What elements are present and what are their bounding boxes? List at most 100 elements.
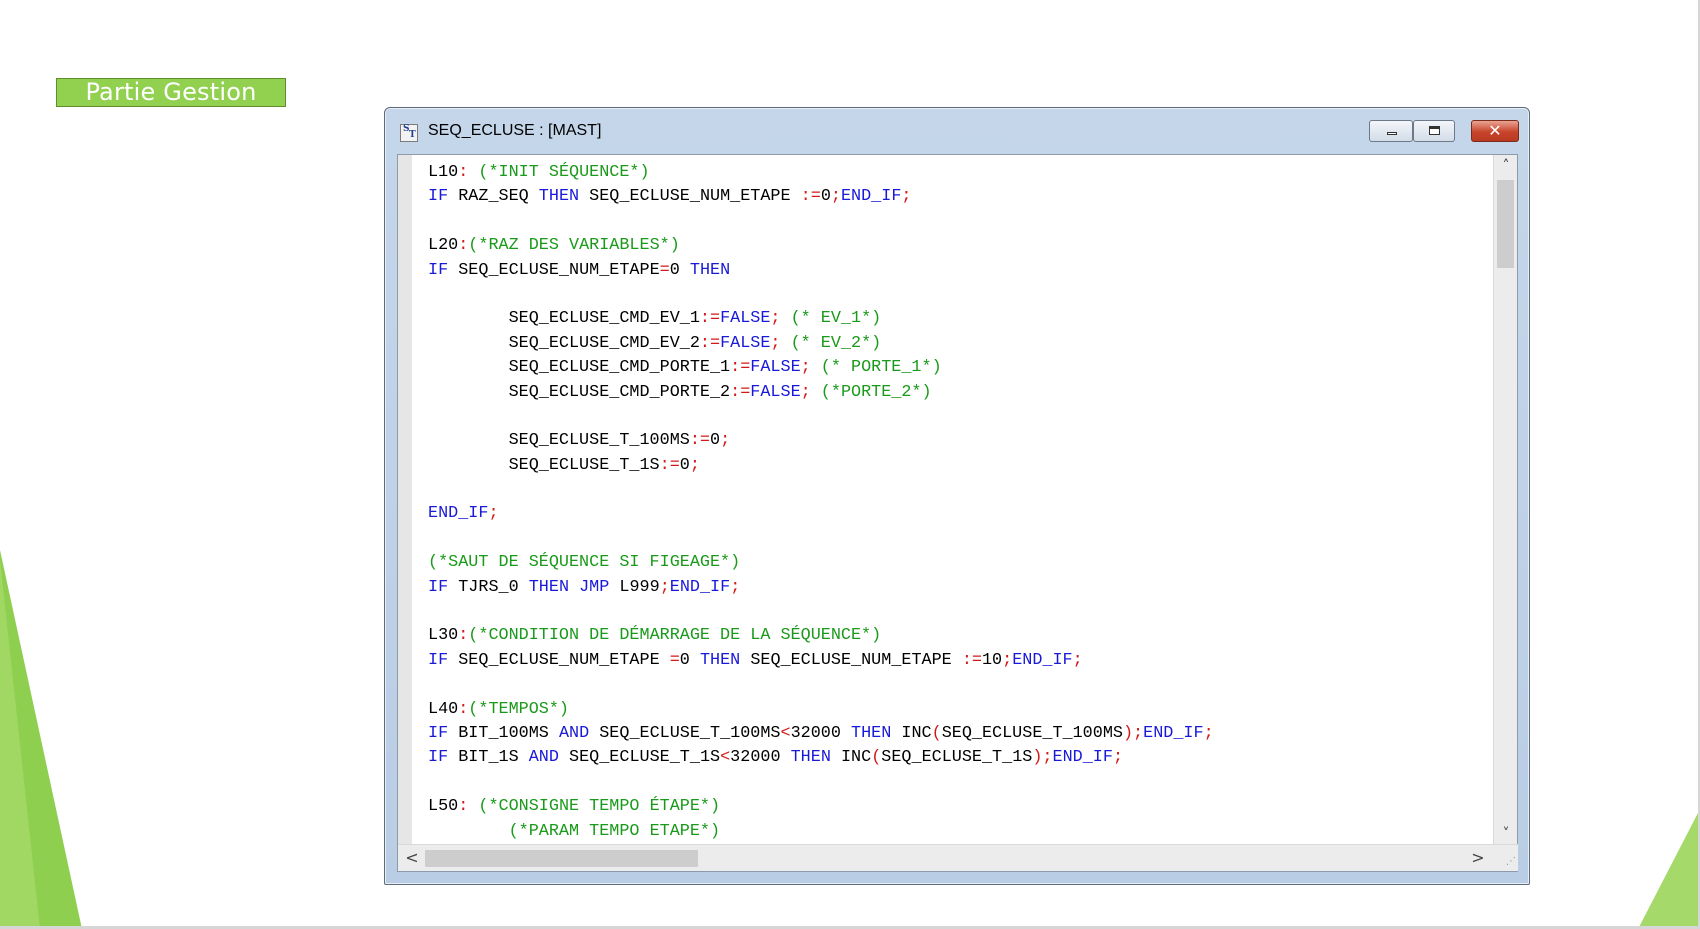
code-keyword: END_IF [1052,748,1113,768]
code-comment: (* EV_1*) [790,309,882,329]
code-token: 0 [710,431,721,451]
code-operator: ); [1122,723,1144,743]
code-operator: := [659,455,680,475]
code-line[interactable]: (*PARAM TEMPO ETAPE*) [428,820,1214,844]
code-operator: ; [770,309,781,329]
code-line[interactable] [428,283,1214,307]
decorative-green-shape-left [0,550,82,929]
code-line[interactable]: IF TJRS_0 THEN JMP L999;END_IF; [428,576,1214,600]
code-operator: ; [689,455,700,475]
code-operator: ; [770,333,781,353]
code-operator: := [800,187,821,207]
code-token: 0 [669,260,690,280]
code-line[interactable]: L10: (*INIT SÉQUENCE*) [428,161,1214,185]
code-comment: (*CONDITION DE DÉMARRAGE DE LA SÉQUENCE*… [468,626,882,646]
code-comment: (*CONSIGNE TEMPO ÉTAPE*) [478,797,721,817]
close-icon: ✕ [1488,121,1502,140]
code-operator: : [458,626,469,646]
code-line[interactable] [428,405,1214,429]
resize-grip-icon[interactable]: ⋰ [1502,855,1516,869]
code-keyword: FALSE [750,358,801,378]
code-operator: : [458,699,469,719]
code-operator: = [659,260,670,280]
code-operator: ; [720,431,731,451]
code-token: L10 [428,163,459,182]
code-line[interactable]: SEQ_ECLUSE_T_100MS:=0; [428,429,1214,453]
horizontal-scroll-thumb[interactable] [425,850,698,867]
code-token: BIT_100MS [448,723,559,743]
code-token: SEQ_ECLUSE_NUM_ETAPE [740,650,962,670]
code-line[interactable] [428,771,1214,795]
code-line[interactable]: SEQ_ECLUSE_CMD_PORTE_2:=FALSE; (*PORTE_2… [428,381,1214,405]
code-line[interactable]: L50: (*CONSIGNE TEMPO ÉTAPE*) [428,795,1214,819]
code-line[interactable]: IF SEQ_ECLUSE_NUM_ETAPE=0 THEN [428,259,1214,283]
code-keyword: THEN [699,650,741,670]
code-line[interactable]: IF RAZ_SEQ THEN SEQ_ECLUSE_NUM_ETAPE :=0… [428,185,1214,209]
structured-text-icon[interactable]: S T [400,124,418,142]
code-line[interactable]: SEQ_ECLUSE_CMD_EV_2:=FALSE; (* EV_2*) [428,332,1214,356]
code-operator: ; [800,358,811,378]
code-token: L40 [428,699,459,719]
code-line[interactable]: END_IF; [428,502,1214,526]
minimize-button[interactable] [1369,120,1413,142]
code-keyword: FALSE [720,309,771,329]
code-line[interactable] [428,673,1214,697]
editor-window: S T SEQ_ECLUSE : [MAST] ✕ L10: (*INIT SÉ… [384,107,1530,885]
code-operator: ; [1203,723,1214,743]
code-operator: : [458,236,469,256]
code-line[interactable]: SEQ_ECLUSE_CMD_EV_1:=FALSE; (* EV_1*) [428,307,1214,331]
code-line[interactable]: L30:(*CONDITION DE DÉMARRAGE DE LA SÉQUE… [428,624,1214,648]
code-token: L999 [609,577,660,597]
code-line[interactable]: SEQ_ECLUSE_T_1S:=0; [428,454,1214,478]
vertical-scrollbar[interactable]: ˄ ˅ [1493,155,1517,845]
close-button[interactable]: ✕ [1471,120,1519,142]
code-comment: (*INIT SÉQUENCE*) [478,163,650,182]
code-keyword: FALSE [750,382,801,402]
code-line[interactable] [428,527,1214,551]
chevron-up-icon[interactable]: ˄ [1494,155,1518,177]
code-operator: ; [1072,650,1083,670]
section-label: Partie Gestion [56,78,286,107]
code-comment: (*SAUT DE SÉQUENCE SI FIGEAGE*) [428,553,741,573]
code-operator: := [689,431,710,451]
code-keyword: AND [558,723,590,743]
code-line[interactable]: IF SEQ_ECLUSE_NUM_ETAPE =0 THEN SEQ_ECLU… [428,649,1214,673]
code-line[interactable]: (*SAUT DE SÉQUENCE SI FIGEAGE*) [428,551,1214,575]
code-keyword: IF [428,748,449,768]
code-token: 0 [679,650,700,670]
code-operator: ( [931,723,942,743]
code-operator: ); [1032,748,1053,768]
maximize-button[interactable] [1413,120,1455,142]
code-line[interactable] [428,600,1214,624]
code-comment: (*PARAM TEMPO ETAPE*) [508,821,721,841]
chevron-left-icon[interactable]: < [400,845,424,871]
code-keyword: IF [428,187,449,207]
icon-letter-t: T [409,130,416,140]
code-operator: := [699,309,721,329]
vertical-scroll-thumb[interactable] [1497,180,1514,268]
code-text-area[interactable]: L10: (*INIT SÉQUENCE*) IF RAZ_SEQ THEN SE… [428,161,1214,844]
code-operator: := [730,382,751,402]
code-comment: (* PORTE_1*) [820,358,942,378]
code-line[interactable]: SEQ_ECLUSE_CMD_PORTE_1:=FALSE; (* PORTE_… [428,356,1214,380]
chevron-right-icon[interactable]: > [1466,845,1490,871]
window-titlebar[interactable]: S T SEQ_ECLUSE : [MAST] ✕ [385,108,1529,150]
code-line[interactable]: L20:(*RAZ DES VARIABLES*) [428,234,1214,258]
code-line[interactable]: IF BIT_100MS AND SEQ_ECLUSE_T_100MS<3200… [428,722,1214,746]
code-keyword: THEN [851,723,892,743]
code-keyword: END_IF [669,577,731,597]
code-line[interactable]: L40:(*TEMPOS*) [428,698,1214,722]
code-token: SEQ_ECLUSE_NUM_ETAPE [448,260,660,280]
horizontal-scrollbar[interactable]: < > ⋰ [398,844,1518,871]
code-line[interactable] [428,478,1214,502]
chevron-down-icon[interactable]: ˅ [1494,823,1518,845]
code-line[interactable] [428,210,1214,234]
code-token: BIT_1S [448,748,529,768]
code-editor[interactable]: L10: (*INIT SÉQUENCE*) IF RAZ_SEQ THEN SE… [397,154,1518,872]
code-token: L20 [428,236,459,256]
code-keyword: THEN [790,748,831,768]
code-line[interactable]: IF BIT_1S AND SEQ_ECLUSE_T_1S<32000 THEN… [428,746,1214,770]
